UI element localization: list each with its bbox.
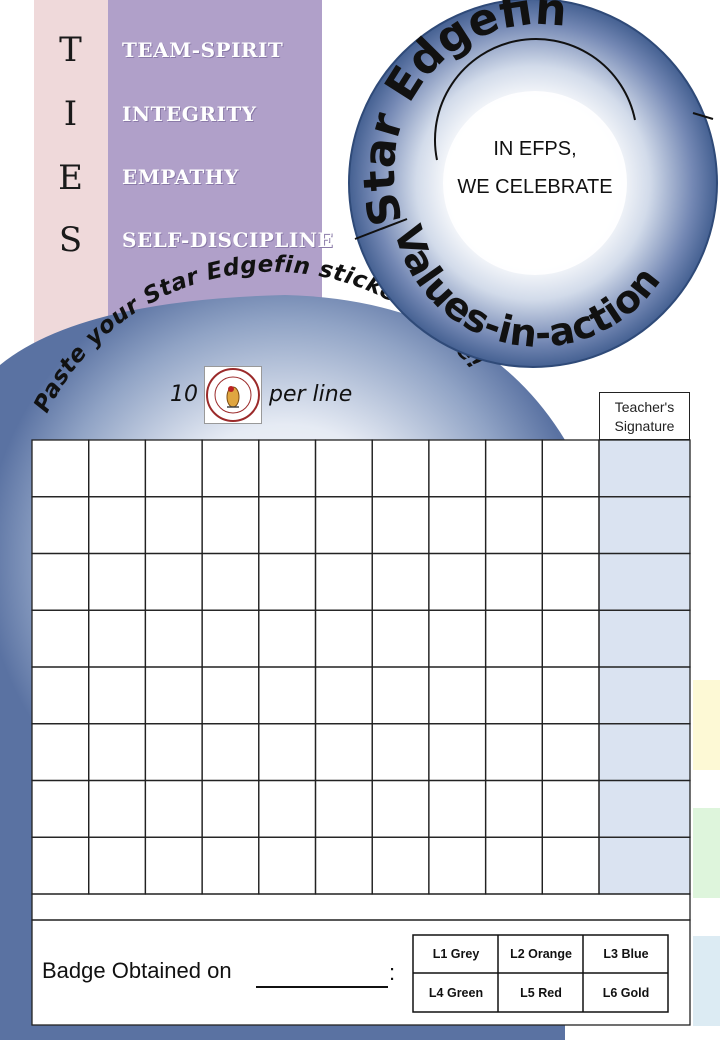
sticker-grid: [31, 439, 691, 1026]
level-l1: L1 Grey: [432, 947, 480, 961]
level-l4: L4 Green: [428, 986, 484, 1000]
level-l2: L2 Orange: [510, 947, 572, 961]
level-l6: L6 Gold: [602, 986, 650, 1000]
level-l5: L5 Red: [520, 986, 562, 1000]
badge-obtained-label: Badge Obtained on: [42, 958, 232, 983]
badge-date-blank[interactable]: [256, 986, 388, 988]
badge-colon: :: [389, 960, 396, 985]
badge-levels-table: [412, 934, 669, 1013]
level-l3: L3 Blue: [603, 947, 649, 961]
